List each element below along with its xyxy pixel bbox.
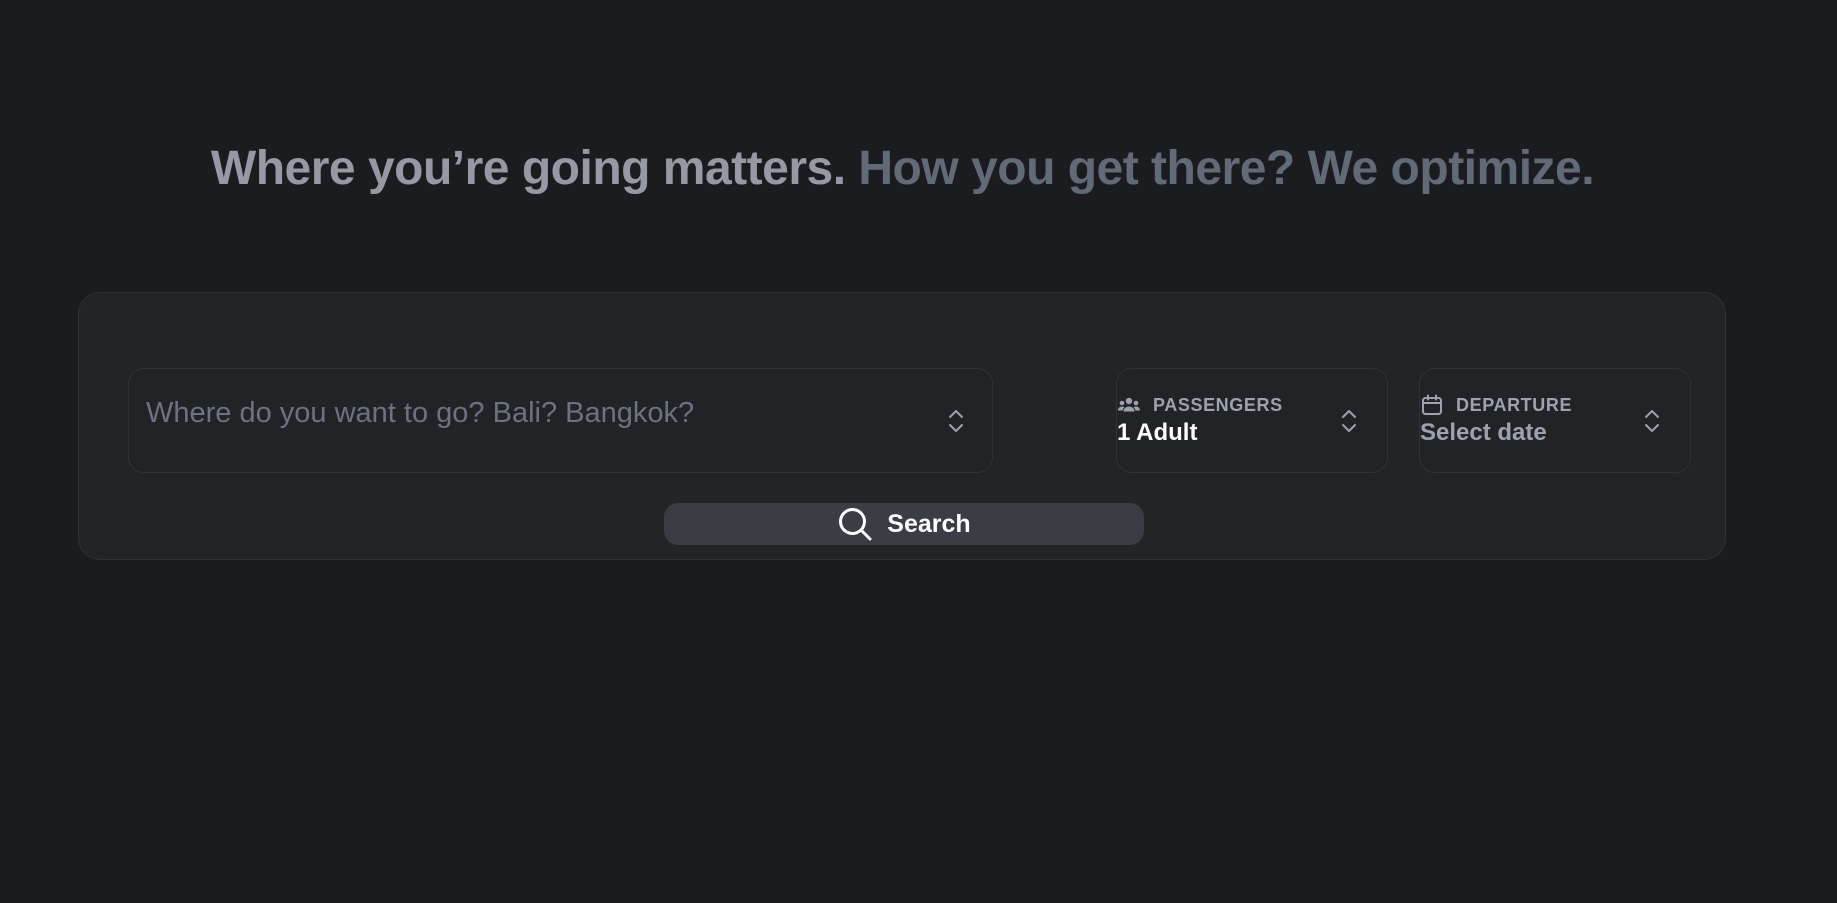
- calendar-icon: [1422, 394, 1442, 415]
- departure-label-row: DEPARTURE: [1420, 393, 1572, 417]
- search-icon: [839, 508, 872, 541]
- page: Where you’re going matters. How you get …: [0, 0, 1837, 903]
- chevron-up-down-icon: [1342, 410, 1356, 432]
- passengers-field[interactable]: PASSENGERS 1 Adult: [1116, 368, 1388, 473]
- departure-field[interactable]: DEPARTURE Select date: [1419, 368, 1691, 473]
- departure-value: Select date: [1420, 419, 1547, 446]
- passengers-label-row: PASSENGERS: [1117, 393, 1283, 417]
- headline-part-1: Where you’re going matters.: [210, 142, 846, 195]
- destination-placeholder: Where do you want to go? Bali? Bangkok?: [146, 397, 695, 429]
- destination-field[interactable]: Where do you want to go? Bali? Bangkok?: [128, 368, 993, 473]
- passengers-label: PASSENGERS: [1153, 394, 1283, 415]
- chevron-up-down-icon: [1645, 410, 1659, 432]
- search-button-label: Search: [887, 509, 971, 538]
- search-button[interactable]: Search: [664, 503, 1144, 545]
- departure-label: DEPARTURE: [1456, 394, 1573, 415]
- passengers-value: 1 Adult: [1117, 419, 1198, 446]
- chevron-up-down-icon: [949, 410, 963, 432]
- search-card: Where do you want to go? Bali? Bangkok? …: [78, 292, 1726, 560]
- users-icon: [1118, 397, 1140, 412]
- headline-part-2: How you get there? We optimize.: [858, 142, 1595, 195]
- hero-headline: Where you’re going matters. How you get …: [0, 138, 1805, 200]
